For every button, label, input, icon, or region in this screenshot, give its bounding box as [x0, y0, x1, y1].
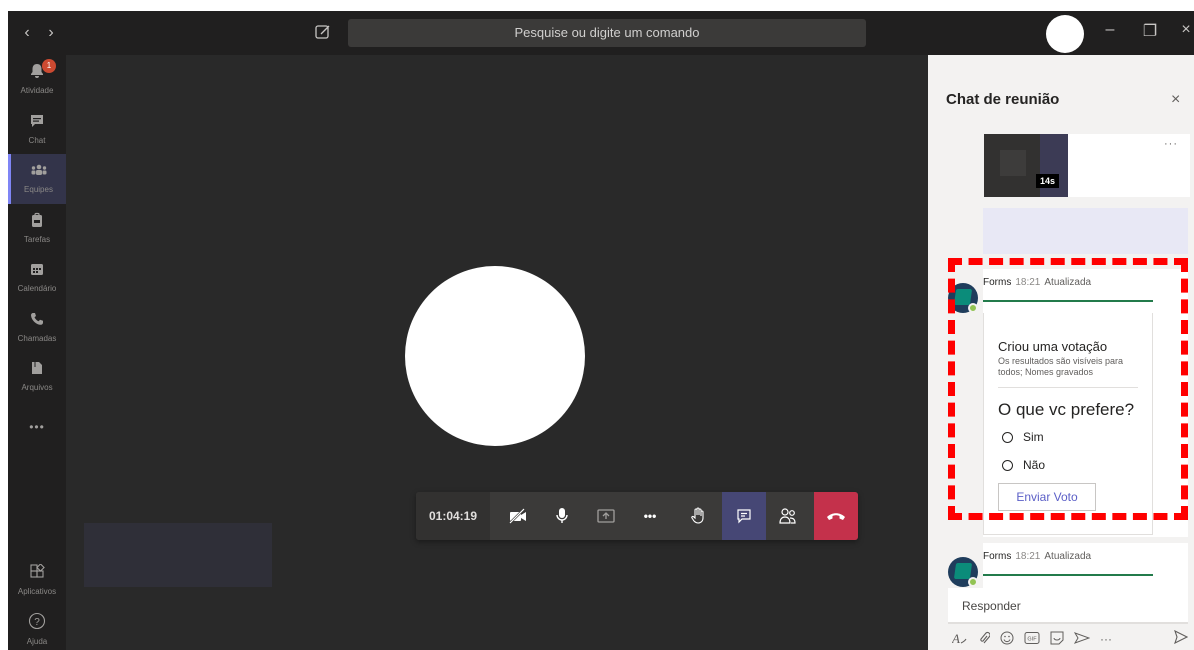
message-header: Forms 18:21 Atualizada — [983, 551, 1091, 562]
own-message-bubble — [983, 208, 1188, 254]
compose-toolbar: A GIF ··· — [951, 630, 1122, 648]
share-screen-icon — [597, 509, 615, 523]
help-icon: ? — [28, 612, 46, 630]
compose-icon[interactable] — [314, 23, 332, 41]
rail-label: Atividade — [20, 86, 54, 95]
reply-placeholder: Responder — [962, 599, 1021, 613]
call-controls: 01:04:19 ••• — [416, 492, 858, 540]
svg-text:?: ? — [34, 617, 40, 628]
forward-icon[interactable]: › — [42, 23, 60, 43]
back-icon[interactable]: ‹ — [18, 23, 36, 43]
rail-item-calendario[interactable]: Calendário — [8, 253, 66, 303]
raise-hand-button[interactable] — [676, 492, 720, 540]
rail-label: Aplicativos — [17, 587, 57, 596]
recording-card[interactable]: 14s ··· — [984, 134, 1190, 197]
emoji-icon[interactable] — [1000, 631, 1014, 648]
rail-label: Tarefas — [23, 235, 51, 244]
meeting-chat-panel: Chat de reunião × 14s ··· Forms 18:21 Atua… — [928, 55, 1194, 650]
svg-text:GIF: GIF — [1027, 636, 1037, 642]
forms-avatar — [948, 557, 978, 587]
file-icon — [32, 362, 42, 374]
message-status: Atualizada — [1044, 551, 1092, 562]
format-icon[interactable]: A — [951, 631, 968, 648]
panel-title: Chat de reunião — [946, 91, 1060, 108]
rail-item-ajuda[interactable]: ? Ajuda — [8, 604, 66, 650]
briefcase-icon — [32, 212, 42, 227]
search-input[interactable]: Pesquise ou digite um comando — [348, 19, 866, 47]
hang-up-icon — [827, 513, 845, 520]
camera-off-icon — [509, 508, 526, 524]
more-apps-icon[interactable]: ••• — [8, 420, 66, 434]
svg-text:A: A — [952, 631, 960, 645]
maximize-button[interactable]: ❐ — [1138, 21, 1162, 41]
apps-icon — [30, 563, 45, 578]
chat-icon — [737, 509, 751, 524]
rail-item-chamadas[interactable]: Chamadas — [8, 303, 66, 353]
title-bar: ‹ › Pesquise ou digite um comando – ❐ × — [8, 11, 1194, 55]
rail-label: Calendário — [17, 284, 57, 293]
microphone-icon — [556, 508, 568, 523]
minimize-button[interactable]: – — [1098, 21, 1122, 39]
chat-icon — [31, 115, 43, 127]
microphone-button[interactable] — [540, 492, 584, 540]
phone-icon — [31, 313, 43, 325]
close-window-button[interactable]: × — [1174, 21, 1194, 39]
participants-button[interactable] — [766, 492, 810, 540]
raise-hand-icon — [691, 507, 704, 524]
rail-label: Chamadas — [17, 334, 57, 343]
share-screen-button[interactable] — [584, 492, 628, 540]
rail-item-chat[interactable]: Chat — [8, 105, 66, 155]
more-actions-button[interactable]: ••• — [628, 492, 672, 540]
reply-input[interactable]: Responder — [948, 588, 1188, 624]
attach-icon[interactable] — [978, 631, 991, 648]
hang-up-button[interactable] — [814, 492, 858, 540]
participant-avatar — [405, 266, 585, 446]
camera-off-button[interactable] — [496, 492, 540, 540]
close-icon[interactable]: × — [1171, 91, 1180, 109]
rail-item-tarefas[interactable]: Tarefas — [8, 204, 66, 254]
rail-label: Equipes — [24, 185, 53, 194]
teams-icon — [31, 164, 46, 175]
card-accent-line — [983, 574, 1153, 576]
rail-item-arquivos[interactable]: Arquivos — [8, 352, 66, 402]
rail-label: Arquivos — [21, 383, 53, 392]
more-options-icon[interactable]: ··· — [1164, 138, 1178, 150]
send-icon[interactable] — [1174, 629, 1189, 649]
gif-icon[interactable]: GIF — [1024, 631, 1040, 648]
rail-item-aplicativos[interactable]: Aplicativos — [8, 556, 66, 606]
message-time: 18:21 — [1015, 551, 1041, 562]
rail-label: Chat — [28, 136, 46, 145]
notification-badge: 1 — [42, 59, 56, 73]
show-chat-button[interactable] — [722, 492, 766, 540]
self-video-tile[interactable] — [84, 523, 272, 587]
calendar-icon — [31, 264, 43, 275]
rail-item-equipes[interactable]: Equipes — [8, 154, 66, 204]
rail-item-atividade[interactable]: 1 Atividade — [8, 55, 66, 105]
meet-now-icon[interactable] — [1073, 631, 1091, 648]
sticker-icon[interactable] — [1050, 631, 1064, 648]
highlight-annotation — [948, 258, 1188, 520]
participants-icon — [779, 508, 796, 524]
app-rail: 1 Atividade Chat Equipes Tarefas Calendá… — [8, 55, 66, 650]
rail-label: Ajuda — [26, 637, 48, 646]
more-options-icon[interactable]: ··· — [1100, 632, 1112, 646]
video-thumbnail[interactable]: 14s — [984, 134, 1068, 197]
call-timer: 01:04:19 — [416, 492, 490, 540]
user-avatar[interactable] — [1046, 15, 1084, 53]
video-duration: 14s — [1036, 174, 1060, 188]
teams-window: ‹ › Pesquise ou digite um comando – ❐ × … — [8, 11, 1194, 650]
sender-name: Forms — [983, 551, 1012, 562]
